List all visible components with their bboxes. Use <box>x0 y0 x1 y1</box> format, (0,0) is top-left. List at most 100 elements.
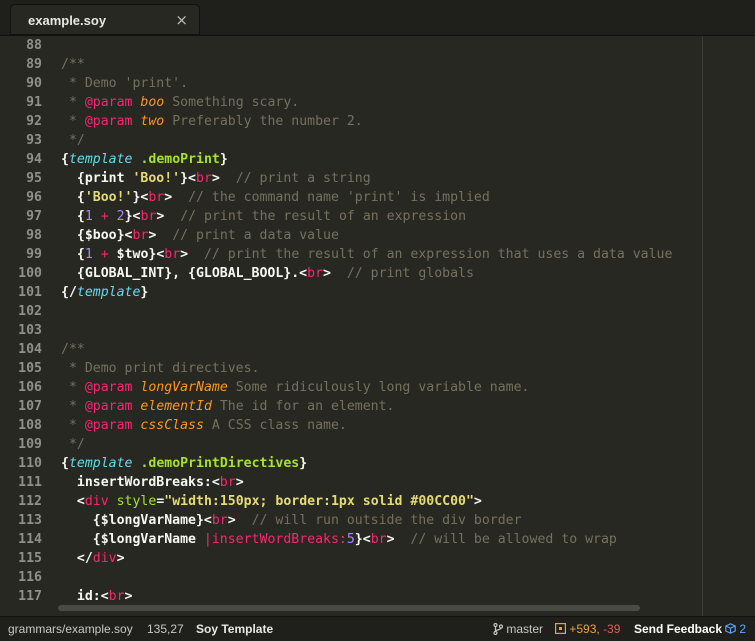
line-number: 101 <box>18 285 42 300</box>
code-token: 'Boo!' <box>84 190 133 205</box>
code-token: > <box>235 475 244 490</box>
code-line[interactable]: * Demo print directives. <box>61 359 755 378</box>
send-feedback-button[interactable]: Send Feedback <box>634 622 722 636</box>
code-token: {print <box>61 171 133 186</box>
code-token: template <box>68 152 133 167</box>
code-token: id:< <box>61 589 109 604</box>
code-line[interactable]: {GLOBAL_INT}, {GLOBAL_BOOL}.<br> // prin… <box>61 264 755 283</box>
line-number: 93 <box>26 133 42 148</box>
code-token: br <box>196 171 212 186</box>
cursor-position[interactable]: 135,27 <box>147 622 184 636</box>
code-line[interactable]: * @param longVarName Some ridiculously l… <box>61 378 755 397</box>
line-number: 104 <box>18 342 42 357</box>
tab-title: example.soy <box>28 13 107 28</box>
code-line[interactable]: * Demo 'print'. <box>61 74 755 93</box>
code-token: br <box>140 209 157 224</box>
code-line[interactable]: {$longVarName}<br> // will run outside t… <box>61 511 755 530</box>
code-line[interactable]: /** <box>61 340 755 359</box>
line-number: 96 <box>26 190 42 205</box>
code-token: } <box>219 152 228 167</box>
code-line[interactable]: {/template} <box>61 283 755 302</box>
line-number: 100 <box>18 266 42 281</box>
code-line[interactable]: {$boo}<br> // print a data value <box>61 226 755 245</box>
code-token: .demoPrint <box>140 152 220 167</box>
code-area[interactable]: /** * Demo 'print'. * @param boo Somethi… <box>61 36 755 616</box>
code-line[interactable]: * @param elementId The id for an element… <box>61 397 755 416</box>
code-line[interactable]: {print 'Boo!'}<br> // print a string <box>61 169 755 188</box>
line-number: 114 <box>18 532 42 547</box>
code-token: * <box>61 399 85 414</box>
line-number: 92 <box>26 114 42 129</box>
branch-name: master <box>506 622 544 636</box>
diff-icon <box>555 623 567 635</box>
code-line[interactable]: </div> <box>61 549 755 568</box>
line-number: 99 <box>26 247 42 262</box>
code-token: { <box>61 190 85 205</box>
code-line[interactable] <box>61 321 755 340</box>
code-line[interactable]: {'Boo!'}<br> // the command name 'print'… <box>61 188 755 207</box>
code-line[interactable]: * @param cssClass A CSS class name. <box>61 416 755 435</box>
tab-example-soy[interactable]: example.soy × <box>10 4 200 35</box>
code-token: 1 <box>84 247 93 262</box>
code-token: > <box>156 209 181 224</box>
line-number: 90 <box>26 76 42 91</box>
horizontal-scrollbar[interactable] <box>58 605 640 611</box>
code-line[interactable]: id:<br> <box>61 587 755 606</box>
code-line[interactable]: */ <box>61 435 755 454</box>
code-token: > <box>180 247 204 262</box>
code-token: longVarName <box>140 380 228 395</box>
close-icon[interactable]: × <box>175 11 188 29</box>
code-line[interactable]: * @param boo Something scary. <box>61 93 755 112</box>
code-token: */ <box>61 437 85 452</box>
diff-deletions: -39 <box>603 622 621 636</box>
code-token: Preferably the number 2. <box>164 114 363 129</box>
line-number: 111 <box>18 475 42 490</box>
code-token: { <box>61 152 69 167</box>
line-number: 115 <box>18 551 42 566</box>
code-line[interactable]: {template .demoPrintDirectives} <box>61 454 755 473</box>
code-token: */ <box>61 133 85 148</box>
code-token: template <box>68 456 133 471</box>
status-bar: grammars/example.soy 135,27 Soy Template… <box>0 616 755 641</box>
code-token: Something scary. <box>164 95 300 110</box>
code-token: {/ <box>61 285 77 300</box>
code-line[interactable]: {1 + 2}<br> // print the result of an ex… <box>61 207 755 226</box>
code-line[interactable]: insertWordBreaks:<br> <box>61 473 755 492</box>
line-number: 110 <box>18 456 42 471</box>
code-token: * Demo print directives. <box>61 361 260 376</box>
code-token: 1 <box>84 209 93 224</box>
code-line[interactable]: /** <box>61 55 755 74</box>
code-line[interactable]: <div style="width:150px; border:1px soli… <box>61 492 755 511</box>
code-line[interactable]: {$longVarName |insertWordBreaks:5}<br> /… <box>61 530 755 549</box>
code-token: + <box>100 247 109 262</box>
code-token: > <box>323 266 347 281</box>
package-updates[interactable]: 2 <box>725 622 746 636</box>
code-line[interactable]: {template .demoPrint} <box>61 150 755 169</box>
code-line[interactable]: */ <box>61 131 755 150</box>
code-token: </ <box>61 551 93 566</box>
git-diff-stats[interactable]: +593, -39 <box>555 622 620 636</box>
code-token: > <box>227 513 252 528</box>
line-number: 108 <box>18 418 42 433</box>
code-line[interactable] <box>61 302 755 321</box>
line-number: 107 <box>18 399 42 414</box>
editor[interactable]: 88 89 90 91 92 93 94 95 96 97 98 99 100 101 102 103 104 1… <box>0 36 755 616</box>
code-line[interactable] <box>61 36 755 55</box>
code-line[interactable]: {1 + $two}<br> // print the result of an… <box>61 245 755 264</box>
line-number-gutter: 88 89 90 91 92 93 94 95 96 97 98 99 100 101 102 103 104 1… <box>0 36 42 616</box>
line-number: 113 <box>18 513 42 528</box>
grammar-selector[interactable]: Soy Template <box>196 622 273 636</box>
code-token: /** <box>61 342 85 357</box>
code-line[interactable]: * @param two Preferably the number 2. <box>61 112 755 131</box>
code-token: The id for an element. <box>211 399 395 414</box>
git-branch[interactable]: master <box>493 622 543 636</box>
code-line[interactable] <box>61 568 755 587</box>
line-number: 91 <box>26 95 42 110</box>
code-token: @param <box>84 95 133 110</box>
file-path[interactable]: grammars/example.soy <box>8 622 133 636</box>
code-token: > <box>473 494 482 509</box>
code-token: > <box>211 171 236 186</box>
tab-bar: example.soy × <box>0 0 755 36</box>
code-token: @param <box>84 418 133 433</box>
